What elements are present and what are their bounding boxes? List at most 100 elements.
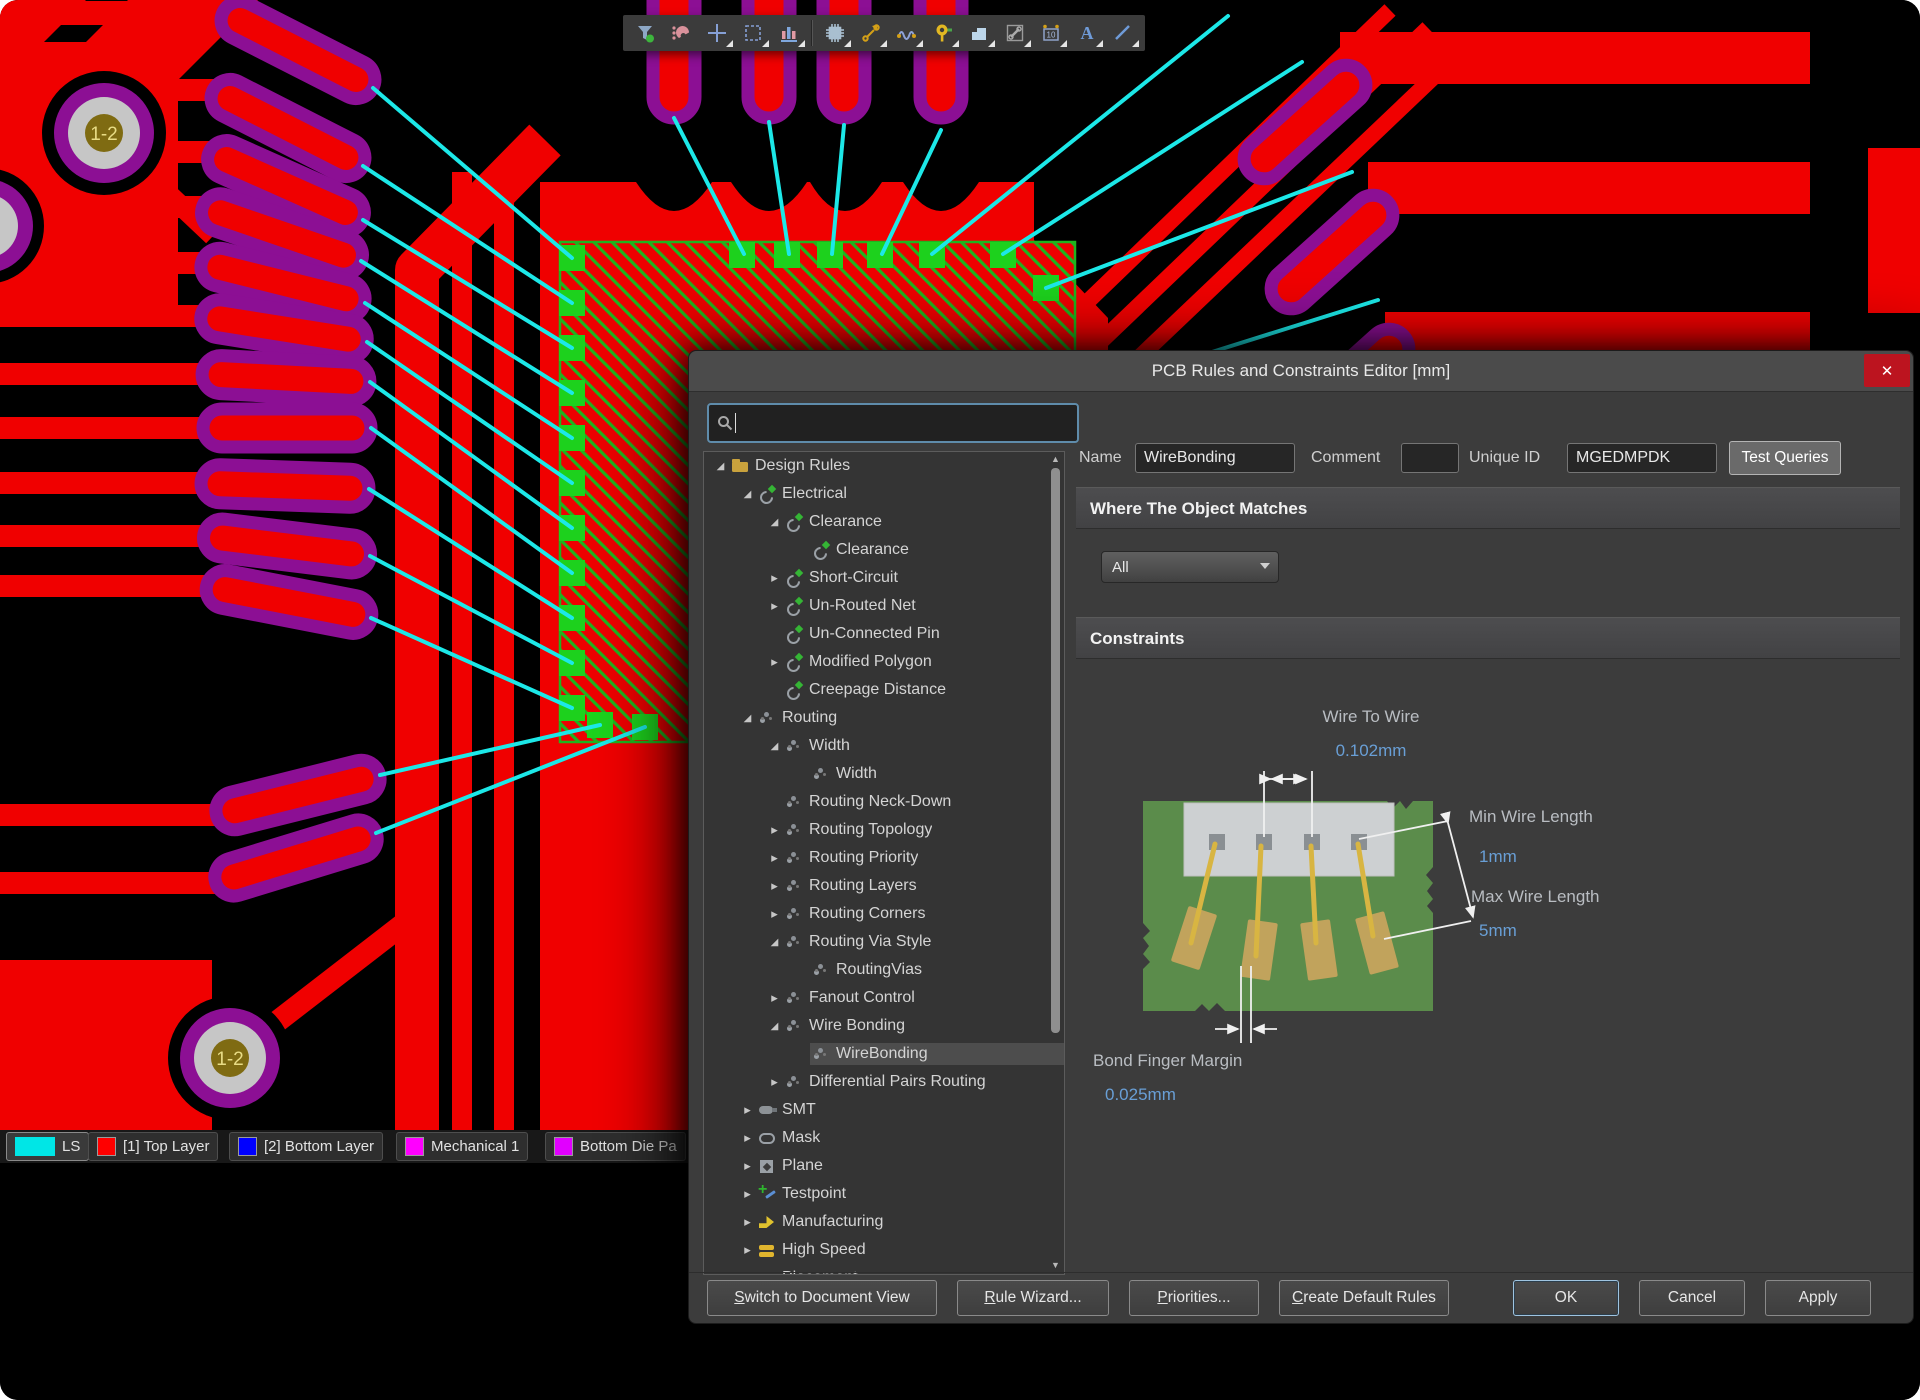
tree-item-creepage-distance[interactable]: Creepage Distance [704,676,1064,704]
rule-wizard-button[interactable]: Rule Wizard... [957,1280,1109,1316]
layer-tab-mechanical-1[interactable]: Mechanical 1 [396,1132,528,1161]
tree-item-clearance-rule[interactable]: Clearance [704,536,1064,564]
layer-tab-top-layer[interactable]: [1] Top Layer [88,1132,218,1161]
dialog-footer: Switch to Document View Rule Wizard... P… [689,1272,1913,1323]
tree-item-clearance[interactable]: Clearance [704,508,1064,536]
layer-tab-label: LS [62,1138,80,1155]
tree-item-routingvias[interactable]: RoutingVias [704,956,1064,984]
collapse-arrow-icon[interactable] [739,1158,756,1174]
tree-item-routing-priority[interactable]: Routing Priority [704,844,1064,872]
ok-button[interactable]: OK [1513,1280,1619,1316]
layer-tab-bottom-die-pad[interactable]: Bottom Die Pa [545,1132,686,1161]
match-scope-dropdown[interactable]: All [1101,551,1279,583]
tree-item-fanout-control[interactable]: Fanout Control [704,984,1064,1012]
dialog-title-bar[interactable]: PCB Rules and Constraints Editor [mm] ✕ [689,351,1913,392]
collapse-arrow-icon[interactable] [766,990,783,1006]
unique-id-input[interactable] [1567,443,1717,473]
match-scope-value: All [1112,559,1129,576]
close-button[interactable]: ✕ [1864,354,1910,387]
layer-tab-bottom-layer[interactable]: [2] Bottom Layer [229,1132,383,1161]
via-probe-tool-button[interactable] [926,18,960,48]
dialog-title: PCB Rules and Constraints Editor [mm] [689,351,1913,391]
collapse-arrow-icon[interactable] [766,878,783,894]
tree-item-manufacturing[interactable]: Manufacturing [704,1208,1064,1236]
apply-button[interactable]: Apply [1765,1280,1871,1316]
switch-to-document-view-button[interactable]: Switch to Document View [707,1280,937,1316]
dimension-tool-button[interactable]: 10 [1034,18,1068,48]
layer-color-swatch [15,1137,55,1156]
manufacturing-icon [758,1213,778,1231]
collapse-arrow-icon[interactable] [766,598,783,614]
tree-item-width-rule[interactable]: Width [704,760,1064,788]
collapse-arrow-icon[interactable] [766,906,783,922]
tree-item-mask[interactable]: Mask [704,1124,1064,1152]
scrollbar-thumb[interactable] [1051,468,1060,1033]
expand-arrow-icon[interactable] [766,1021,783,1032]
board-insight-chart-tool-button[interactable] [772,18,806,48]
tree-item-width[interactable]: Width [704,732,1064,760]
layer-tab-ls[interactable]: LS [6,1132,89,1161]
tree-item-routing-topology[interactable]: Routing Topology [704,816,1064,844]
comment-input[interactable] [1401,443,1459,473]
rule-search-input[interactable] [742,413,1069,433]
expand-arrow-icon[interactable] [712,461,729,472]
wrench-tool-button[interactable] [998,18,1032,48]
collapse-arrow-icon[interactable] [739,1130,756,1146]
select-area-tool-button[interactable] [736,18,770,48]
tree-item-wirebonding-selected[interactable]: WireBonding [704,1040,1064,1068]
routing-icon [758,709,778,727]
tree-scrollbar[interactable] [1050,454,1062,1270]
crosshair-tool-button[interactable] [700,18,734,48]
create-default-rules-button[interactable]: Create Default Rules [1279,1280,1449,1316]
tree-item-smt[interactable]: SMT [704,1096,1064,1124]
text-tool-button[interactable]: A [1070,18,1104,48]
tree-item-testpoint[interactable]: Testpoint [704,1180,1064,1208]
tree-item-plane[interactable]: Plane [704,1152,1064,1180]
polygon-pour-tool-button[interactable] [962,18,996,48]
collapse-arrow-icon[interactable] [739,1242,756,1258]
tree-item-un-routed-net[interactable]: Un-Routed Net [704,592,1064,620]
expand-arrow-icon[interactable] [766,937,783,948]
collapse-arrow-icon[interactable] [766,1074,783,1090]
collapse-arrow-icon[interactable] [766,654,783,670]
filter-tool-button[interactable] [628,18,662,48]
expand-arrow-icon[interactable] [739,489,756,500]
collapse-arrow-icon[interactable] [739,1186,756,1202]
collapse-arrow-icon[interactable] [766,822,783,838]
tree-item-un-connected-pin[interactable]: Un-Connected Pin [704,620,1064,648]
tree-item-design-rules[interactable]: Design Rules [704,452,1064,480]
layer-tab-label: Bottom Die Pa [580,1138,677,1155]
collapse-arrow-icon[interactable] [739,1102,756,1118]
collapse-arrow-icon[interactable] [766,570,783,586]
tree-item-routing-neck-down[interactable]: Routing Neck-Down [704,788,1064,816]
snap-magnet-tool-button[interactable] [664,18,698,48]
differential-wave-tool-button[interactable] [890,18,924,48]
priorities-button[interactable]: Priorities... [1129,1280,1259,1316]
tree-item-routing-via-style[interactable]: Routing Via Style [704,928,1064,956]
min-wire-length-value: 1mm [1479,847,1517,867]
tree-item-short-circuit[interactable]: Short-Circuit [704,564,1064,592]
component-tool-button[interactable] [818,18,852,48]
tree-item-differential-pairs-routing[interactable]: Differential Pairs Routing [704,1068,1064,1096]
tree-item-wire-bonding[interactable]: Wire Bonding [704,1012,1064,1040]
expand-arrow-icon[interactable] [766,741,783,752]
expand-arrow-icon[interactable] [739,713,756,724]
wire-to-wire-label: Wire To Wire [1261,707,1481,727]
tree-item-high-speed[interactable]: High Speed [704,1236,1064,1264]
expand-arrow-icon[interactable] [766,517,783,528]
tree-item-routing-layers[interactable]: Routing Layers [704,872,1064,900]
test-queries-button[interactable]: Test Queries [1729,441,1841,475]
max-wire-length-value: 5mm [1479,921,1517,941]
line-tool-button[interactable] [1106,18,1140,48]
tree-item-routing-corners[interactable]: Routing Corners [704,900,1064,928]
collapse-arrow-icon[interactable] [766,850,783,866]
routing-icon [812,961,832,979]
interactive-routing-tool-button[interactable] [854,18,888,48]
tree-item-routing[interactable]: Routing [704,704,1064,732]
collapse-arrow-icon[interactable] [739,1214,756,1230]
tree-item-modified-polygon[interactable]: Modified Polygon [704,648,1064,676]
close-icon: ✕ [1881,362,1894,380]
rule-name-input[interactable] [1135,443,1295,473]
cancel-button[interactable]: Cancel [1639,1280,1745,1316]
tree-item-electrical[interactable]: Electrical [704,480,1064,508]
